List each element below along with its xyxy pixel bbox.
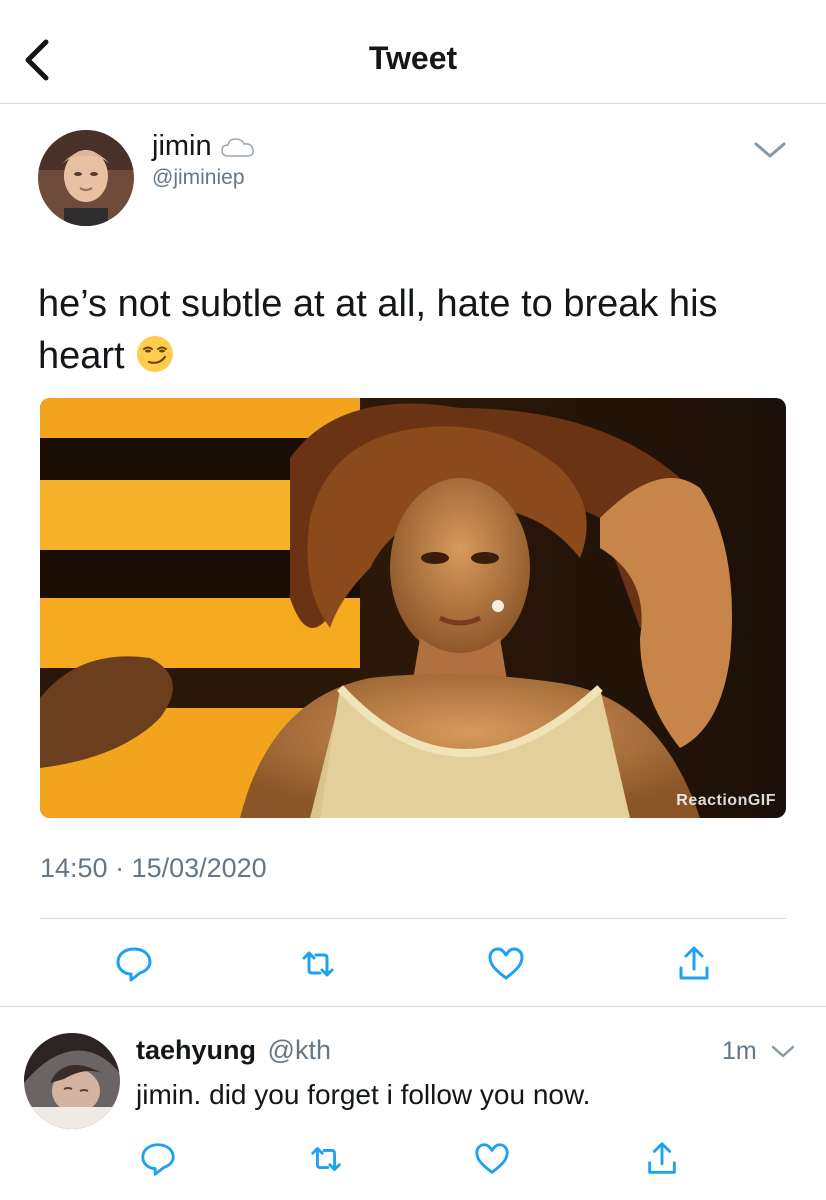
avatar[interactable] <box>38 130 134 226</box>
like-button[interactable] <box>484 942 528 986</box>
reply-tweet[interactable]: taehyung @kth 1m jimin. did you forget i… <box>0 1007 826 1200</box>
retweet-icon <box>311 1147 341 1171</box>
share-icon <box>679 946 709 980</box>
author-handle[interactable]: @jiminiep <box>152 166 245 190</box>
retweet-button[interactable] <box>296 942 340 986</box>
reply-menu-button[interactable] <box>770 1043 796 1061</box>
reply-icon <box>116 947 152 982</box>
tweet-media-gif[interactable]: ReactionGIF <box>40 398 786 818</box>
chevron-down-icon <box>771 1045 795 1058</box>
reply-icon <box>141 1143 175 1176</box>
tweet-action-bar <box>0 936 826 996</box>
share-icon <box>648 1142 676 1174</box>
author-row: jimin <box>152 130 256 163</box>
retweet-button[interactable] <box>304 1137 348 1181</box>
reply-button[interactable] <box>112 942 156 986</box>
smirking-face-emoji <box>136 336 173 372</box>
like-icon <box>475 1143 509 1174</box>
avatar[interactable] <box>24 1033 120 1129</box>
media-image <box>40 398 786 818</box>
author-name[interactable]: jimin <box>152 130 212 163</box>
tweet-text: he’s not subtle at at all, hate to break… <box>38 278 798 382</box>
divider <box>40 918 786 919</box>
avatar-image <box>38 130 134 226</box>
retweet-icon <box>302 951 334 977</box>
page-title: Tweet <box>368 40 458 76</box>
cloud-icon <box>220 137 254 157</box>
reply-button[interactable] <box>136 1137 180 1181</box>
reply-time: 1m <box>722 1037 757 1065</box>
top-nav-bar: Tweet <box>0 0 826 104</box>
share-button[interactable] <box>640 1137 684 1181</box>
author-name[interactable]: taehyung <box>136 1035 256 1065</box>
reply-text: jimin. did you forget i follow you now. <box>136 1079 591 1110</box>
tweet-timestamp: 14:50 · 15/03/2020 <box>40 853 267 883</box>
chevron-down-icon <box>754 142 786 158</box>
media-watermark: ReactionGIF <box>676 792 776 809</box>
share-button[interactable] <box>672 942 716 986</box>
avatar-image <box>24 1033 120 1129</box>
like-button[interactable] <box>470 1137 514 1181</box>
reply-action-bar <box>0 1135 826 1185</box>
author-handle[interactable]: @kth <box>268 1035 331 1065</box>
like-icon <box>488 947 524 980</box>
reply-author-row: taehyung @kth <box>136 1035 331 1066</box>
tweet-menu-button[interactable] <box>752 138 788 162</box>
